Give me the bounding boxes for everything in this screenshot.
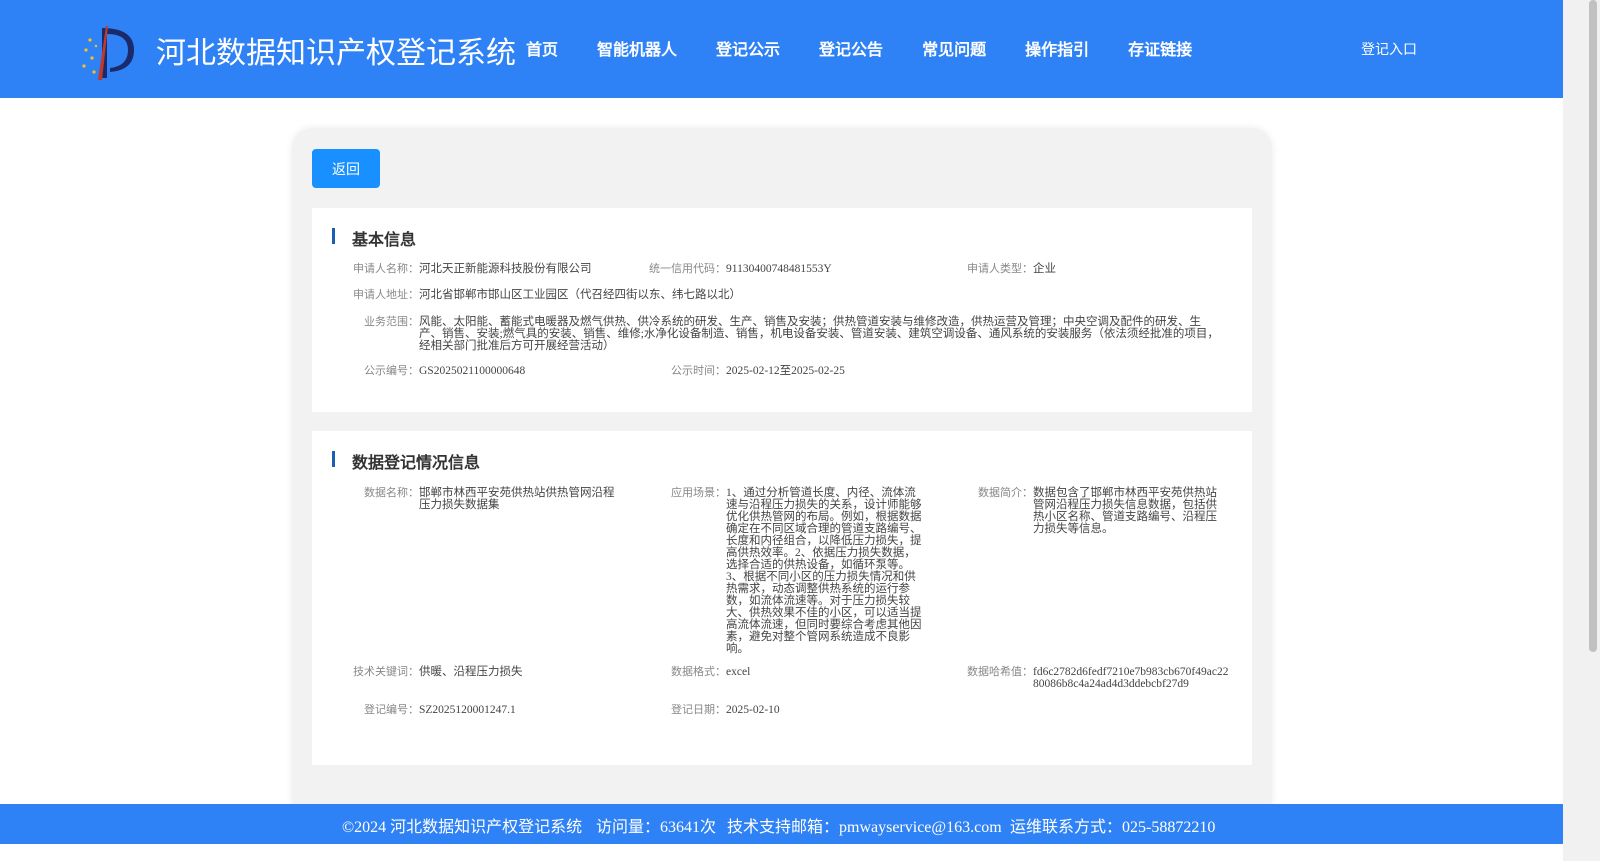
- top-header: 河北数据知识产权登记系统 首页 智能机器人 登记公示 登记公告 常见问题 操作指…: [0, 0, 1563, 98]
- field-label: 数据简介：: [978, 486, 1033, 499]
- footer-visits: 访问量：63641次: [596, 819, 717, 836]
- field-label: 申请人地址：: [353, 288, 419, 301]
- field-label: 公示时间：: [671, 364, 726, 377]
- field-label: 登记编号：: [364, 703, 419, 716]
- data-name-field: 数据名称： 邯郸市林西平安苑供热站供热管网沿程压力损失数据集: [364, 487, 615, 512]
- field-label: 统一信用代码：: [649, 262, 726, 275]
- field-value: 2025-02-12至2025-02-25: [726, 365, 845, 377]
- field-value: 风能、太阳能、蓄能式电暖器及燃气供热、供冷系统的研发、生产、销售及安装；供热管道…: [419, 316, 1219, 352]
- data-hash-field: 数据哈希值： fd6c2782d6fedf7210e7b983cb670f49a…: [967, 666, 1233, 691]
- site-title: 河北数据知识产权登记系统: [156, 36, 516, 71]
- main-nav: 首页 智能机器人 登记公示 登记公告 常见问题 操作指引 存证链接: [526, 36, 1231, 60]
- section-title-data-reg: 数据登记情况信息: [332, 449, 480, 473]
- section-title-basic: 基本信息: [332, 226, 416, 250]
- detail-container: 返回 基本信息 申请人名称： 河北天正新能源科技股份有限公司 统一信用代码： 9…: [292, 128, 1272, 818]
- field-value: 数据包含了邯郸市林西平安苑供热站管网沿程压力损失信息数据，包括供热小区名称、管道…: [1033, 487, 1217, 535]
- field-value: fd6c2782d6fedf7210e7b983cb670f49ac228008…: [1033, 666, 1229, 690]
- footer-phone: 运维联系方式：025-58872210: [1010, 819, 1216, 836]
- footer-email: 技术支持邮箱：pmwayservice@163.com: [727, 819, 1002, 836]
- field-label: 数据哈希值：: [967, 665, 1033, 678]
- publicity-number-field: 公示编号： GS2025021100000648: [364, 365, 639, 378]
- field-label: 申请人名称：: [353, 262, 419, 275]
- field-label: 数据格式：: [671, 665, 726, 678]
- nav-guide[interactable]: 操作指引: [1025, 36, 1089, 60]
- application-scene-field: 应用场景： 1、通过分析管道长度、内径、流体流速与沿程压力损失的关系，设计师能够…: [671, 487, 926, 656]
- registration-date-field: 登记日期： 2025-02-10: [671, 704, 926, 717]
- nav-reg-publicity[interactable]: 登记公示: [716, 36, 780, 60]
- data-registration-card: 数据登记情况信息 数据名称： 邯郸市林西平安苑供热站供热管网沿程压力损失数据集 …: [312, 431, 1252, 765]
- field-value: 1、通过分析管道长度、内径、流体流速与沿程压力损失的关系，设计师能够优化供热管网…: [726, 487, 922, 655]
- field-label: 数据名称：: [364, 486, 419, 499]
- back-button[interactable]: 返回: [312, 149, 380, 188]
- publicity-time-field: 公示时间： 2025-02-12至2025-02-25: [671, 365, 986, 378]
- footer-copyright: ©2024 河北数据知识产权登记系统: [342, 819, 583, 836]
- field-value: excel: [726, 666, 751, 678]
- login-link[interactable]: 登记入口: [1361, 39, 1417, 59]
- tech-keywords-field: 技术关键词： 供暖、沿程压力损失: [353, 666, 639, 679]
- scrollbar-thumb[interactable]: [1589, 0, 1597, 652]
- logo-icon: [82, 26, 134, 80]
- data-format-field: 数据格式： excel: [671, 666, 926, 679]
- field-label: 公示编号：: [364, 364, 419, 377]
- nav-home[interactable]: 首页: [526, 36, 558, 60]
- nav-reg-announcement[interactable]: 登记公告: [819, 36, 883, 60]
- credit-code-field: 统一信用代码： 91130400748481553Y: [649, 263, 946, 276]
- applicant-address-field: 申请人地址： 河北省邯郸市邯山区工业园区（代召经四街以东、纬七路以北）: [353, 289, 1219, 302]
- applicant-type-field: 申请人类型： 企业: [967, 263, 1233, 276]
- field-label: 申请人类型：: [967, 262, 1033, 275]
- page-scrollbar[interactable]: [1563, 0, 1600, 861]
- field-value: 河北省邯郸市邯山区工业园区（代召经四街以东、纬七路以北）: [419, 289, 741, 301]
- data-summary-field: 数据简介： 数据包含了邯郸市林西平安苑供热站管网沿程压力损失信息数据，包括供热小…: [978, 487, 1225, 536]
- field-label: 应用场景：: [671, 486, 726, 499]
- field-value: 91130400748481553Y: [726, 263, 832, 275]
- page-footer: ©2024 河北数据知识产权登记系统 访问量：63641次 技术支持邮箱：pmw…: [0, 804, 1563, 844]
- field-value: 供暖、沿程压力损失: [419, 666, 523, 678]
- field-value: 企业: [1033, 263, 1056, 275]
- field-value: SZ2025120001247.1: [419, 704, 516, 716]
- field-label: 业务范围：: [364, 315, 419, 328]
- field-value: GS2025021100000648: [419, 365, 526, 377]
- field-value: 河北天正新能源科技股份有限公司: [419, 263, 592, 275]
- field-label: 技术关键词：: [353, 665, 419, 678]
- basic-info-card: 基本信息 申请人名称： 河北天正新能源科技股份有限公司 统一信用代码： 9113…: [312, 208, 1252, 412]
- nav-faq[interactable]: 常见问题: [922, 36, 986, 60]
- applicant-name-field: 申请人名称： 河北天正新能源科技股份有限公司: [353, 263, 639, 276]
- field-value: 2025-02-10: [726, 704, 780, 716]
- nav-evidence-link[interactable]: 存证链接: [1128, 36, 1192, 60]
- registration-number-field: 登记编号： SZ2025120001247.1: [364, 704, 639, 717]
- nav-robot[interactable]: 智能机器人: [597, 36, 677, 60]
- field-label: 登记日期：: [671, 703, 726, 716]
- field-value: 邯郸市林西平安苑供热站供热管网沿程压力损失数据集: [419, 487, 615, 511]
- business-scope-field: 业务范围： 风能、太阳能、蓄能式电暖器及燃气供热、供冷系统的研发、生产、销售及安…: [364, 316, 1219, 353]
